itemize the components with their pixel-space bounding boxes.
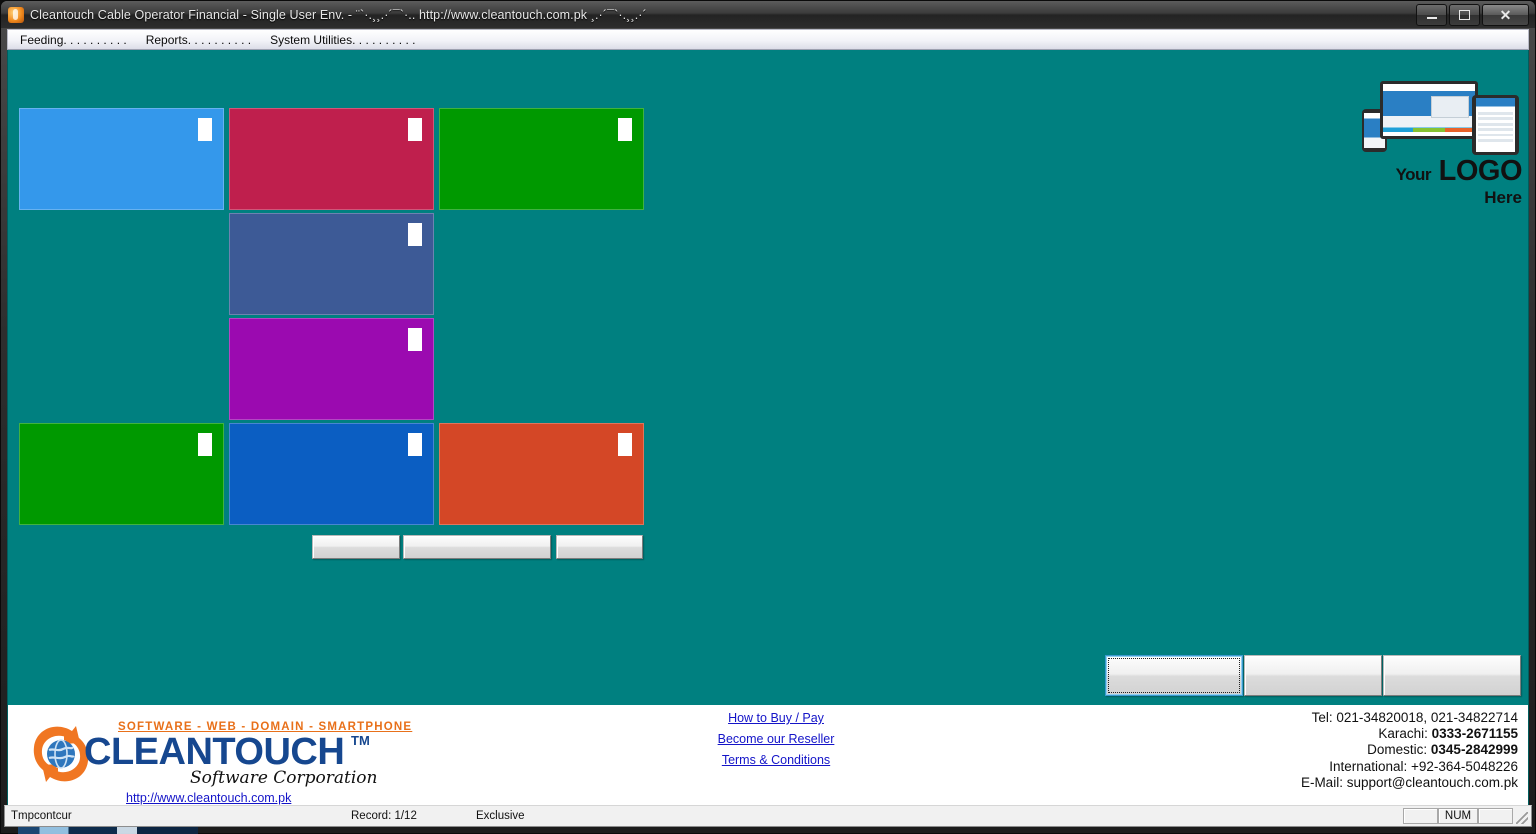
tile-marker-icon <box>408 223 422 246</box>
monitor-mockup-icon <box>1380 81 1478 139</box>
footer-links: How to Buy / Pay Become our Reseller Ter… <box>648 711 904 774</box>
menu-item-reports[interactable]: Reports. . . . . . . . . . <box>139 32 258 48</box>
contact-email-label: E-Mail: <box>1300 774 1347 790</box>
status-indicator-blank-1 <box>1403 808 1438 824</box>
menu-item-feeding[interactable]: Feeding. . . . . . . . . . <box>13 32 134 48</box>
logo-your-word: Your <box>1395 165 1432 184</box>
status-indicator-num: NUM <box>1438 808 1478 824</box>
devices-mockup-image <box>1362 81 1522 155</box>
tablet-mockup-icon <box>1472 95 1519 155</box>
resize-grip-icon[interactable] <box>1516 812 1528 824</box>
contact-domestic: Domestic: 0345-2842999 <box>1301 742 1518 758</box>
link-how-to-buy[interactable]: How to Buy / Pay <box>648 711 904 725</box>
menu-bar: Feeding. . . . . . . . . . Reports. . . … <box>7 29 1529 50</box>
contact-karachi: Karachi: 0333-2671155 <box>1301 726 1518 742</box>
workspace-tile[interactable] <box>19 108 224 210</box>
footer-contact-info: Tel: 021-34820018, 021-34822714 Karachi:… <box>1301 710 1518 791</box>
brand-website-link[interactable]: http://www.cleantouch.com.pk <box>126 791 291 805</box>
maximize-icon <box>1459 10 1470 20</box>
tile-marker-icon <box>198 433 212 456</box>
bottom-button[interactable] <box>1105 655 1243 696</box>
status-mode: Exclusive <box>476 810 525 822</box>
link-terms-conditions[interactable]: Terms & Conditions <box>648 753 904 767</box>
status-bar: Tmpcontcur Record: 1/12 Exclusive NUM <box>4 805 1532 827</box>
application-window: Cleantouch Cable Operator Financial - Si… <box>0 0 1536 834</box>
contact-international-value: +92-364-5048226 <box>1411 758 1518 774</box>
tile-marker-icon <box>408 433 422 456</box>
workspace-tile[interactable] <box>439 423 644 525</box>
tile-marker-icon <box>618 433 632 456</box>
footer: SOFTWARE - WEB - DOMAIN - SMARTPHONE CLE… <box>7 705 1529 805</box>
contact-international-label: International: <box>1329 758 1412 774</box>
contact-tel-value: 021-34820018, 021-34822714 <box>1336 710 1518 725</box>
contact-domestic-label: Domestic: <box>1367 742 1431 758</box>
window-controls: ✕ <box>1416 4 1529 26</box>
workspace-tile[interactable] <box>229 213 434 315</box>
title-bar[interactable]: Cleantouch Cable Operator Financial - Si… <box>1 1 1535 28</box>
contact-tel-label: Tel: <box>1311 710 1337 725</box>
bottom-button[interactable] <box>1244 655 1382 696</box>
close-icon: ✕ <box>1499 7 1512 23</box>
workspace-tile[interactable] <box>229 423 434 525</box>
status-record: Record: 1/12 <box>351 810 417 822</box>
maximize-button[interactable] <box>1449 4 1480 26</box>
logo-logo-word: LOGO <box>1438 155 1523 187</box>
tile-marker-icon <box>618 118 632 141</box>
brand-subtitle: Software Corporation <box>190 768 378 788</box>
workspace-tile[interactable] <box>439 108 644 210</box>
contact-karachi-label: Karachi: <box>1378 726 1432 742</box>
minimize-icon <box>1426 17 1437 19</box>
contact-tel: Tel: 021-34820018, 021-34822714 <box>1301 710 1518 726</box>
logo-placeholder-text: Your LOGO Here <box>1350 155 1523 207</box>
action-button[interactable] <box>556 535 643 559</box>
logo-here-word: Here <box>1484 188 1522 207</box>
contact-email-value: support@cleantouch.com.pk <box>1346 774 1518 790</box>
app-icon <box>8 6 24 23</box>
workspace-tile[interactable] <box>229 108 434 210</box>
workspace-tile[interactable] <box>229 318 434 420</box>
status-indicator-blank-2 <box>1478 808 1513 824</box>
cleantouch-logo: SOFTWARE - WEB - DOMAIN - SMARTPHONE CLE… <box>14 711 411 805</box>
bottom-button[interactable] <box>1383 655 1521 696</box>
workspace: Your LOGO Here <box>7 50 1529 805</box>
contact-international: International: +92-364-5048226 <box>1301 759 1518 775</box>
brand-trademark: TM <box>351 733 370 748</box>
status-table-name: Tmpcontcur <box>11 810 72 822</box>
menu-item-system-utilities[interactable]: System Utilities. . . . . . . . . . <box>263 32 422 48</box>
action-button[interactable] <box>403 535 551 559</box>
promo-block: Your LOGO Here <box>1350 81 1523 207</box>
close-button[interactable]: ✕ <box>1482 4 1529 26</box>
tile-marker-icon <box>408 118 422 141</box>
contact-karachi-value: 0333-2671155 <box>1431 726 1518 742</box>
minimize-button[interactable] <box>1416 4 1447 26</box>
window-title: Cleantouch Cable Operator Financial - Si… <box>30 7 647 22</box>
contact-domestic-value: 0345-2842999 <box>1430 742 1518 758</box>
tile-marker-icon <box>198 118 212 141</box>
workspace-tile[interactable] <box>19 423 224 525</box>
tile-marker-icon <box>408 328 422 351</box>
link-become-reseller[interactable]: Become our Reseller <box>648 732 904 746</box>
contact-email: E-Mail: support@cleantouch.com.pk <box>1301 775 1518 791</box>
action-button[interactable] <box>312 535 400 559</box>
taskbar-peek <box>18 827 198 834</box>
